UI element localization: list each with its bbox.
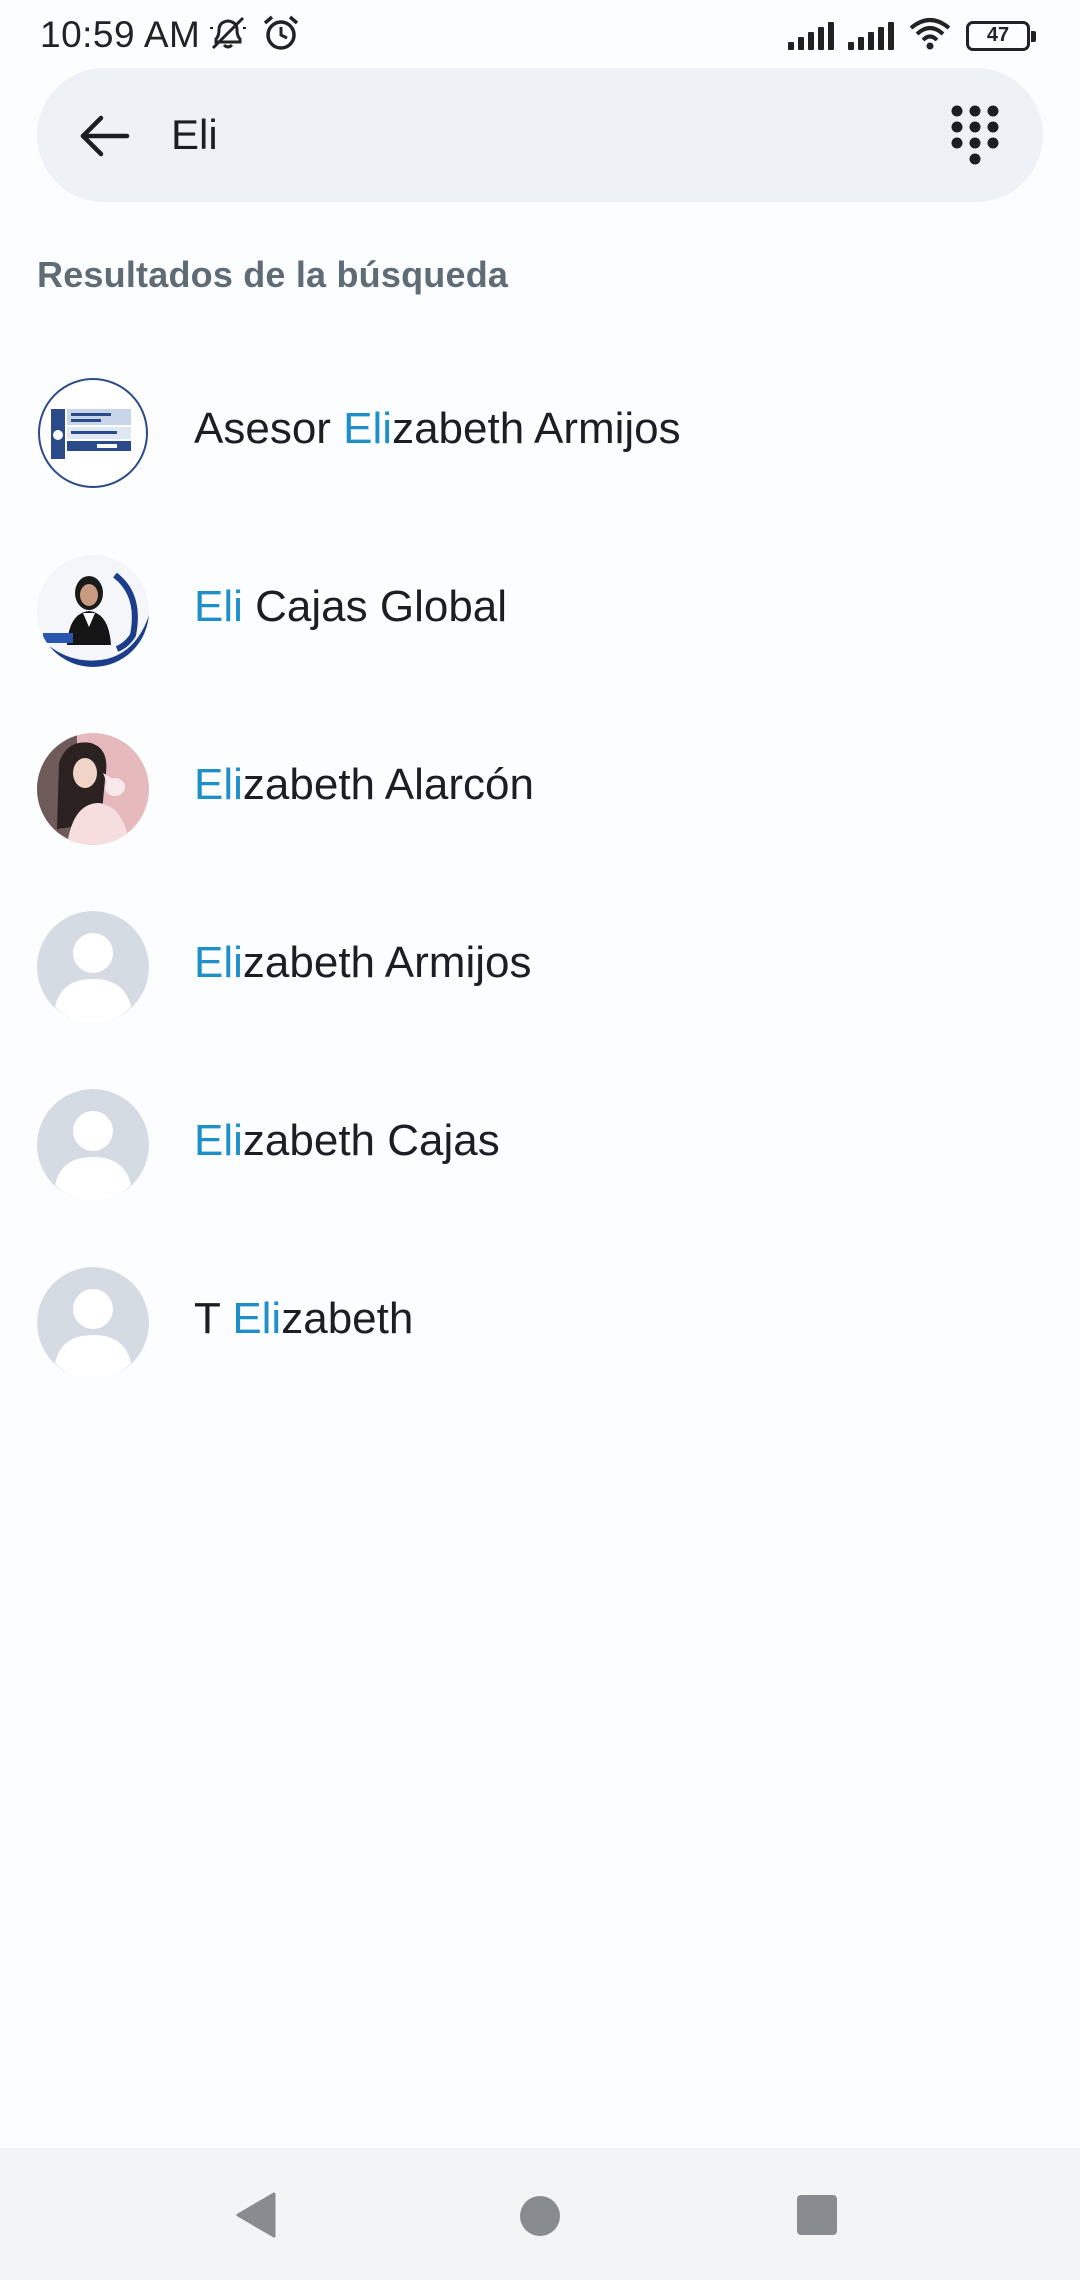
result-item[interactable]: Asesor Elizabeth Armijos [0, 344, 1080, 522]
match-highlight: Eli [194, 760, 243, 809]
match-highlight: Eli [343, 404, 393, 453]
battery-level: 47 [986, 24, 1010, 46]
result-item[interactable]: Elizabeth Alarcón [0, 700, 1080, 878]
battery-icon: 47 [966, 20, 1036, 51]
signal-icon [848, 21, 894, 50]
default-person-icon [37, 1089, 149, 1201]
status-right-icons: 47 [788, 16, 1036, 55]
search-bar [37, 68, 1043, 202]
default-person-icon [37, 1267, 149, 1379]
arrow-left-icon [80, 115, 130, 157]
match-highlight: Eli [232, 1294, 282, 1343]
nav-back-button[interactable] [232, 2190, 282, 2240]
square-recents-icon [797, 2195, 837, 2235]
dialpad-button[interactable] [945, 101, 1005, 171]
circle-home-icon [520, 2196, 560, 2236]
default-person-icon [37, 911, 149, 1023]
result-name: Elizabeth Armijos [194, 938, 532, 987]
avatar-photo [37, 555, 149, 667]
result-name: Eli Cajas Global [194, 582, 508, 631]
nav-home-button[interactable] [518, 2194, 562, 2238]
results-header: Resultados de la búsqueda [37, 254, 509, 295]
avatar-photo [37, 733, 149, 845]
avatar-logo [37, 377, 149, 489]
dialpad-icon [951, 105, 999, 165]
result-name: Elizabeth Cajas [194, 1116, 500, 1165]
alarm-icon [262, 14, 300, 57]
result-item[interactable]: T Elizabeth [0, 1234, 1080, 1412]
result-name: Asesor Elizabeth Armijos [194, 404, 681, 453]
triangle-back-icon [236, 2192, 276, 2238]
result-item[interactable]: Elizabeth Cajas [0, 1056, 1080, 1234]
signal-icon [788, 21, 834, 50]
back-button[interactable] [75, 106, 135, 166]
status-bar: 10:59 AM 47 [0, 0, 1080, 68]
match-highlight: Eli [194, 1116, 243, 1165]
result-item[interactable]: Elizabeth Armijos [0, 878, 1080, 1056]
status-left-icons [208, 14, 300, 57]
result-item[interactable]: Eli Cajas Global [0, 522, 1080, 700]
match-highlight: Eli [194, 582, 243, 631]
notifications-off-icon [208, 14, 248, 57]
wifi-icon [908, 16, 952, 55]
result-name: T Elizabeth [194, 1294, 414, 1343]
results-list: Asesor Elizabeth Armijos Eli Cajas Globa… [0, 344, 1080, 1412]
match-highlight: Eli [194, 938, 243, 987]
navigation-bar [0, 2148, 1080, 2280]
search-input[interactable] [171, 102, 871, 168]
status-time: 10:59 AM [40, 14, 201, 55]
result-name: Elizabeth Alarcón [194, 760, 534, 809]
nav-recents-button[interactable] [796, 2194, 838, 2236]
